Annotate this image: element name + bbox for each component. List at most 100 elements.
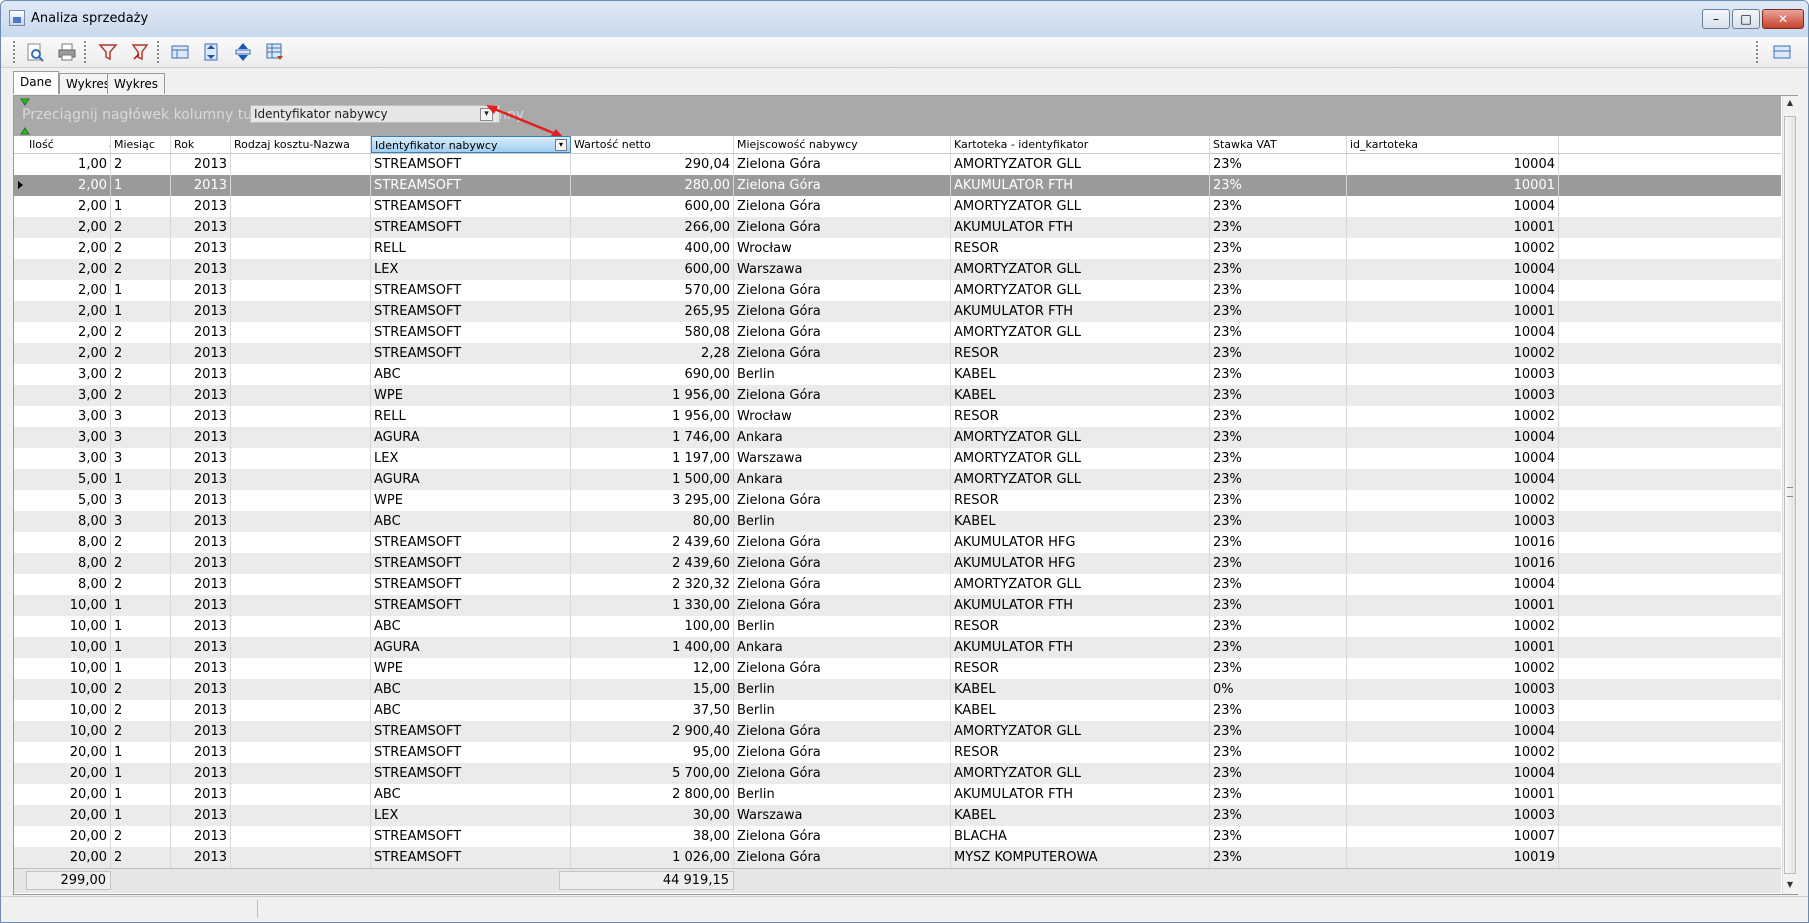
cell-kartoteka[interactable]: AMORTYZATOR GLL: [951, 196, 1210, 217]
cell-kartoteka[interactable]: RESOR: [951, 238, 1210, 259]
cell-rok[interactable]: 2013: [171, 469, 231, 490]
cell-miejscowosc[interactable]: Zielona Góra: [734, 721, 951, 742]
preview-button[interactable]: [22, 39, 48, 65]
table-row[interactable]: 2,00 1 2013 STREAMSOFT 600,00 Zielona Góra AMO…: [14, 196, 1781, 217]
cell-id-kartoteka[interactable]: 10002: [1347, 658, 1559, 679]
cell-wartosc-netto[interactable]: 95,00: [571, 742, 734, 763]
cell-miesiac[interactable]: 2: [111, 259, 171, 280]
cell-ilosc[interactable]: 10,00: [26, 616, 111, 637]
column-header-stawka-vat[interactable]: Stawka VAT: [1210, 136, 1347, 153]
column-header-miesiac[interactable]: Miesiąc: [111, 136, 171, 153]
cell-ilosc[interactable]: 3,00: [26, 448, 111, 469]
cell-miejscowosc[interactable]: Zielona Góra: [734, 175, 951, 196]
cell-ilosc[interactable]: 2,00: [26, 343, 111, 364]
cell-ilosc[interactable]: 8,00: [26, 511, 111, 532]
cell-id-kartoteka[interactable]: 10003: [1347, 700, 1559, 721]
tab-dane[interactable]: Dane: [13, 71, 59, 94]
cell-id-kartoteka[interactable]: 10001: [1347, 175, 1559, 196]
cell-id-kartoteka[interactable]: 10003: [1347, 805, 1559, 826]
cell-miesiac[interactable]: 2: [111, 553, 171, 574]
cell-miesiac[interactable]: 1: [111, 469, 171, 490]
cell-stawka-vat[interactable]: 23%: [1210, 658, 1347, 679]
cell-id-kartoteka[interactable]: 10004: [1347, 469, 1559, 490]
cell-rok[interactable]: 2013: [171, 658, 231, 679]
cell-miesiac[interactable]: 3: [111, 511, 171, 532]
cell-ilosc[interactable]: 8,00: [26, 574, 111, 595]
cell-wartosc-netto[interactable]: 2 900,40: [571, 721, 734, 742]
cell-kartoteka[interactable]: AMORTYZATOR GLL: [951, 259, 1210, 280]
cell-ilosc[interactable]: 2,00: [26, 217, 111, 238]
cell-identyfikator-nabywcy[interactable]: ABC: [371, 784, 571, 805]
cell-rodzaj-kosztu[interactable]: [231, 511, 371, 532]
cell-wartosc-netto[interactable]: 30,00: [571, 805, 734, 826]
cell-rodzaj-kosztu[interactable]: [231, 700, 371, 721]
expand-button[interactable]: [198, 39, 224, 65]
cell-kartoteka[interactable]: KABEL: [951, 511, 1210, 532]
cell-id-kartoteka[interactable]: 10004: [1347, 427, 1559, 448]
cell-wartosc-netto[interactable]: 2 439,60: [571, 553, 734, 574]
cell-ilosc[interactable]: 3,00: [26, 385, 111, 406]
cell-rodzaj-kosztu[interactable]: [231, 364, 371, 385]
cell-stawka-vat[interactable]: 23%: [1210, 721, 1347, 742]
cell-ilosc[interactable]: 10,00: [26, 637, 111, 658]
table-row[interactable]: 1,00 2 2013 STREAMSOFT 290,04 Zielona Góra AMO…: [14, 154, 1781, 175]
table-row[interactable]: 3,00 3 2013 AGURA 1 746,00 Ankara AMORTYZATOR …: [14, 427, 1781, 448]
cell-kartoteka[interactable]: AKUMULATOR HFG: [951, 532, 1210, 553]
table-row[interactable]: 3,00 2 2013 WPE 1 956,00 Zielona Góra KABEL 23%…: [14, 385, 1781, 406]
cell-miejscowosc[interactable]: Zielona Góra: [734, 574, 951, 595]
column-header-wartosc-netto[interactable]: Wartość netto: [571, 136, 734, 153]
cell-ilosc[interactable]: 20,00: [26, 805, 111, 826]
cell-miejscowosc[interactable]: Zielona Góra: [734, 742, 951, 763]
cell-wartosc-netto[interactable]: 5 700,00: [571, 763, 734, 784]
cell-rok[interactable]: 2013: [171, 805, 231, 826]
cell-id-kartoteka[interactable]: 10002: [1347, 238, 1559, 259]
cell-miesiac[interactable]: 2: [111, 532, 171, 553]
cell-miejscowosc[interactable]: Zielona Góra: [734, 826, 951, 847]
cell-rodzaj-kosztu[interactable]: [231, 238, 371, 259]
cell-ilosc[interactable]: 5,00: [26, 469, 111, 490]
cell-identyfikator-nabywcy[interactable]: ABC: [371, 511, 571, 532]
cell-identyfikator-nabywcy[interactable]: STREAMSOFT: [371, 343, 571, 364]
cell-kartoteka[interactable]: MYSZ KOMPUTEROWA: [951, 847, 1210, 868]
cell-rodzaj-kosztu[interactable]: [231, 322, 371, 343]
cell-stawka-vat[interactable]: 23%: [1210, 406, 1347, 427]
cell-miesiac[interactable]: 2: [111, 826, 171, 847]
cell-ilosc[interactable]: 1,00: [26, 154, 111, 175]
cell-id-kartoteka[interactable]: 10001: [1347, 301, 1559, 322]
cell-stawka-vat[interactable]: 23%: [1210, 175, 1347, 196]
cell-identyfikator-nabywcy[interactable]: WPE: [371, 490, 571, 511]
cell-rok[interactable]: 2013: [171, 616, 231, 637]
cell-stawka-vat[interactable]: 23%: [1210, 280, 1347, 301]
maximize-button[interactable]: □: [1732, 9, 1760, 29]
cell-rodzaj-kosztu[interactable]: [231, 763, 371, 784]
cell-kartoteka[interactable]: KABEL: [951, 364, 1210, 385]
cell-miejscowosc[interactable]: Zielona Góra: [734, 217, 951, 238]
cell-ilosc[interactable]: 10,00: [26, 595, 111, 616]
cell-wartosc-netto[interactable]: 1 500,00: [571, 469, 734, 490]
cell-wartosc-netto[interactable]: 580,08: [571, 322, 734, 343]
table-row[interactable]: 10,00 2 2013 STREAMSOFT 2 900,40 Zielona Góra…: [14, 721, 1781, 742]
cell-rok[interactable]: 2013: [171, 721, 231, 742]
cell-miejscowosc[interactable]: Zielona Góra: [734, 658, 951, 679]
cell-kartoteka[interactable]: AMORTYZATOR GLL: [951, 280, 1210, 301]
cell-miesiac[interactable]: 1: [111, 805, 171, 826]
cell-rodzaj-kosztu[interactable]: [231, 553, 371, 574]
cell-kartoteka[interactable]: AKUMULATOR FTH: [951, 175, 1210, 196]
cell-id-kartoteka[interactable]: 10004: [1347, 448, 1559, 469]
cell-miesiac[interactable]: 1: [111, 280, 171, 301]
cell-miejscowosc[interactable]: Zielona Góra: [734, 385, 951, 406]
cell-identyfikator-nabywcy[interactable]: AGURA: [371, 469, 571, 490]
cell-id-kartoteka[interactable]: 10019: [1347, 847, 1559, 868]
cell-id-kartoteka[interactable]: 10001: [1347, 595, 1559, 616]
cell-stawka-vat[interactable]: 23%: [1210, 742, 1347, 763]
cell-rok[interactable]: 2013: [171, 763, 231, 784]
cell-wartosc-netto[interactable]: 290,04: [571, 154, 734, 175]
cell-rodzaj-kosztu[interactable]: [231, 805, 371, 826]
group-by-panel[interactable]: Przeciągnij nagłówek kolumny tutaj by po…: [14, 96, 1781, 137]
cell-miejscowosc[interactable]: Ankara: [734, 637, 951, 658]
cell-ilosc[interactable]: 8,00: [26, 553, 111, 574]
cell-kartoteka[interactable]: AMORTYZATOR GLL: [951, 721, 1210, 742]
cell-ilosc[interactable]: 2,00: [26, 196, 111, 217]
cell-miesiac[interactable]: 1: [111, 595, 171, 616]
cell-wartosc-netto[interactable]: 2 800,00: [571, 784, 734, 805]
